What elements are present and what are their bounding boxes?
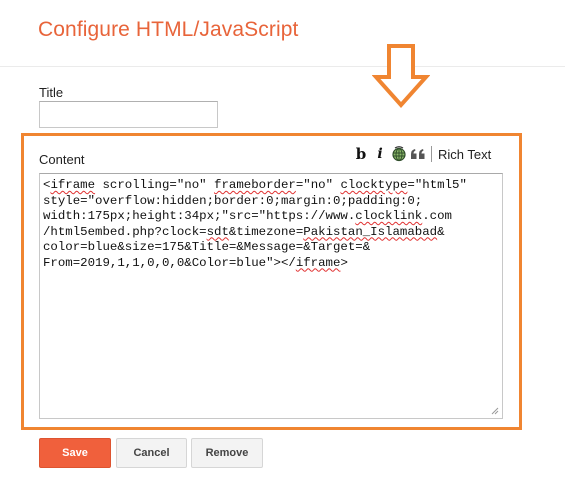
cancel-button[interactable]: Cancel	[116, 438, 187, 468]
code-line: /html5embed.php?clock=sdt&timezone=Pakis…	[43, 224, 445, 239]
misspelled-word: frameborder	[214, 178, 296, 192]
rich-text-toggle[interactable]: Rich Text	[438, 147, 491, 162]
code-line: From=2019,1,1,0,0,0&Color=blue"></iframe…	[43, 255, 348, 270]
toolbar-separator	[431, 146, 432, 162]
misspelled-word: sdt	[206, 224, 229, 239]
misspelled-word: iframe	[50, 178, 96, 192]
down-arrow-annotation-icon	[372, 44, 430, 109]
code-line: style="overflow:hidden;border:0;margin:0…	[43, 193, 423, 208]
quote-icon[interactable]	[409, 145, 427, 163]
save-button[interactable]: Save	[39, 438, 111, 468]
code-line: <iframe scrolling="no" frameborder="no" …	[43, 178, 467, 192]
content-label: Content	[39, 152, 85, 167]
resize-grip-icon[interactable]	[490, 406, 499, 415]
content-toolbar: b i Rich Text	[352, 144, 491, 164]
configure-widget-dialog: Configure HTML/JavaScript Title Content …	[0, 0, 565, 492]
misspelled-word: iframe	[295, 255, 341, 270]
bold-button[interactable]: b	[352, 145, 370, 163]
content-code: <iframe scrolling="no" frameborder="no" …	[43, 178, 499, 271]
code-line: color=blue&size=175&Title=&Message=&Targ…	[43, 240, 371, 254]
misspelled-word: Pakistan_Islamabad	[303, 224, 438, 239]
misspelled-word: clocktype	[340, 178, 408, 192]
misspelled-word: clocklink	[355, 209, 423, 223]
italic-button[interactable]: i	[371, 145, 389, 163]
dialog-title: Configure HTML/JavaScript	[38, 18, 299, 41]
title-label: Title	[39, 85, 64, 100]
header-divider	[0, 66, 565, 67]
remove-button[interactable]: Remove	[191, 438, 263, 468]
code-line: width:175px;height:34px;"src="https://ww…	[43, 209, 452, 223]
content-textarea[interactable]: <iframe scrolling="no" frameborder="no" …	[39, 173, 503, 419]
link-globe-icon[interactable]	[390, 145, 408, 163]
title-input[interactable]	[39, 101, 218, 128]
